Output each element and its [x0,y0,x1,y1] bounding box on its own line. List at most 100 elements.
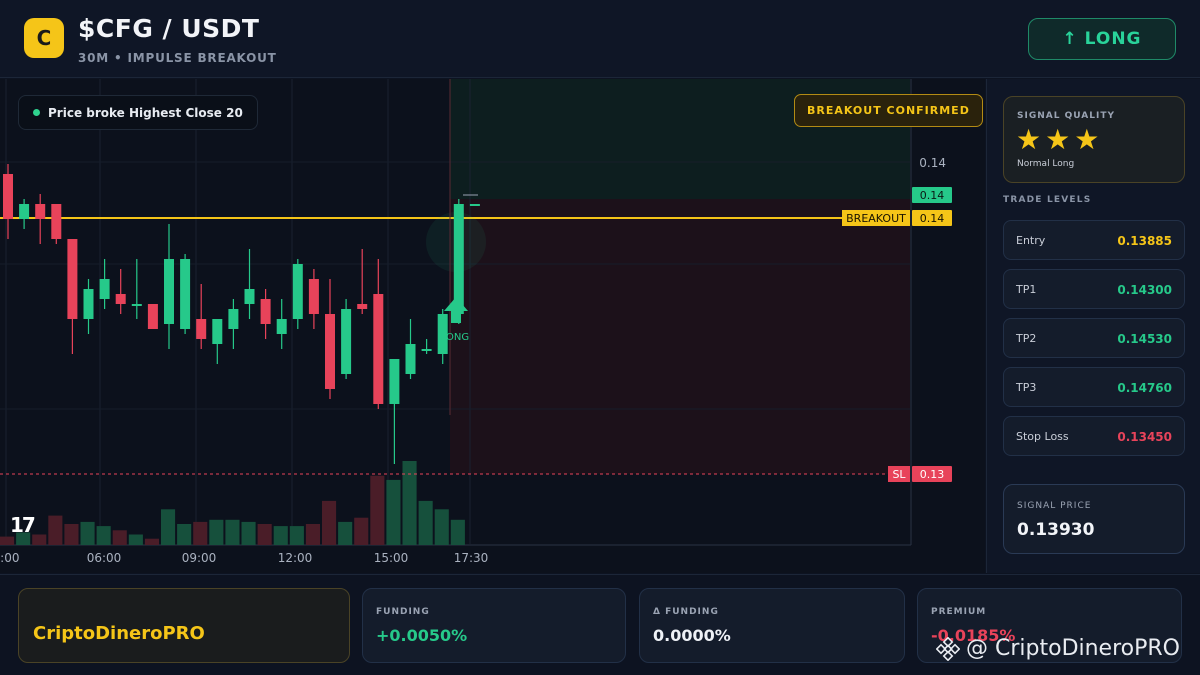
candle-body [35,204,46,219]
level-entry: Entry 0.13885 [1003,220,1185,260]
time-tick-label: 15:00 [374,551,409,565]
volume-bar [193,521,208,545]
volume-bar [96,526,111,545]
candle-body [3,174,13,219]
candle-body [180,259,191,329]
level-value: 0.14300 [1117,283,1172,297]
level-label: TP1 [1016,283,1037,296]
trade-levels-title: TRADE LEVELS [1003,195,1092,205]
signal-panel: SIGNAL QUALITY ★★★ Normal Long TRADE LEV… [986,79,1200,573]
candle-body [196,319,207,339]
header: C $CFG / USDT 30M • IMPULSE BREAKOUT ↑ L… [0,0,1200,78]
sl-price-tag: 0.13 [920,468,945,481]
volume-bar [386,479,401,545]
pair-title: $CFG / USDT [78,14,260,43]
candlestick-chart: LONG 0.14 0.14 0.14 0.13 BREAKOUT SL 3:00 06:00 0… [0,79,952,565]
volume-bar [32,534,47,545]
binance-logo-icon [936,636,960,661]
candle-body [228,309,239,329]
candle-body [469,204,480,206]
volume-bar [450,519,465,545]
star-rating-icon: ★★★ [1016,123,1104,156]
candle-body [357,304,368,309]
funding-value: +0.0050% [376,626,468,645]
delta-funding-card: Δ FUNDING 0.0000% [639,588,905,663]
volume-bar [161,509,176,545]
volume-bar [128,534,143,545]
info-text: Price broke Highest Close 20 [48,105,243,120]
premium-label: PREMIUM [931,607,987,617]
signal-price-card: SIGNAL PRICE 0.13930 [1003,484,1185,554]
candle-body [389,359,400,404]
volume-bar [322,500,337,545]
candle-body [260,299,271,324]
volume-bar [273,526,288,545]
volume-bar [305,524,320,545]
candle-body [421,349,432,351]
candle-body [19,204,30,219]
volume-bar [0,536,15,545]
volume-bar [48,515,63,545]
volume-bar [257,524,272,545]
coin-logo-icon: C [24,18,64,58]
breakout-confirmed-badge: BREAKOUT CONFIRMED [794,94,983,127]
volume-bar [112,530,127,545]
price-chart[interactable]: LONG 0.14 0.14 0.14 0.13 BREAKOUT SL 3:00 06:00 0… [0,79,985,573]
candle-body [164,259,174,324]
volume-bar [241,521,256,545]
candle-body [325,314,335,389]
signal-price-label: SIGNAL PRICE [1017,501,1092,511]
breakout-info-pill: Price broke Highest Close 20 [18,95,258,130]
candle-body [276,319,287,334]
level-label: TP3 [1016,381,1037,394]
time-tick-label: 3:00 [0,551,19,565]
time-tick-label: 12:00 [278,551,313,565]
volume-bar [225,519,240,545]
volume-bar [370,475,385,545]
level-tp1: TP1 0.14300 [1003,269,1185,309]
delta-funding-value: 0.0000% [653,626,731,645]
level-label: TP2 [1016,332,1037,345]
level-value: 0.14530 [1117,332,1172,346]
candle-body [131,304,142,306]
volume-bar [64,524,79,545]
candle-body [373,294,384,404]
tradingview-logo-icon[interactable]: 17 [10,513,36,537]
funding-card: FUNDING +0.0050% [362,588,626,663]
time-tick-label: 09:00 [182,551,217,565]
signal-quality-card: SIGNAL QUALITY ★★★ Normal Long [1003,96,1185,183]
volume-bar [80,521,95,545]
time-tick-label: 06:00 [87,551,122,565]
timeframe-subtitle: 30M • IMPULSE BREAKOUT [78,51,277,65]
breakout-price-tag: 0.14 [920,212,945,225]
volume-bar [354,517,369,545]
volume-bar [209,519,224,545]
watermark: @ CriptoDineroPRO [936,636,1180,661]
volume-bar [289,526,304,545]
candle-body [212,319,223,344]
level-label: Stop Loss [1016,430,1069,443]
sl-zone [450,199,910,474]
candle-body [147,304,158,329]
level-value: 0.13450 [1117,430,1172,444]
volume-bar [338,521,353,545]
status-dot-icon [33,109,40,116]
candle-body [453,204,464,314]
time-tick-label: 17:30 [454,551,489,565]
brand-card: CriptoDineroPRO [18,588,350,663]
volume-bar [434,509,449,545]
level-value: 0.13885 [1117,234,1172,248]
long-button[interactable]: ↑ LONG [1028,18,1176,60]
candle-body [405,344,416,374]
volume-bar [144,538,159,545]
breakout-label: BREAKOUT [846,212,906,225]
signal-quality-note: Normal Long [1017,159,1075,169]
candle-body [244,289,255,304]
level-tp3: TP3 0.14760 [1003,367,1185,407]
volume-bar [177,524,192,545]
candle-body [67,239,78,319]
price-tick-label: 0.14 [919,156,946,170]
level-label: Entry [1016,234,1046,247]
candle-body [341,309,352,374]
volume-bar [418,500,433,545]
